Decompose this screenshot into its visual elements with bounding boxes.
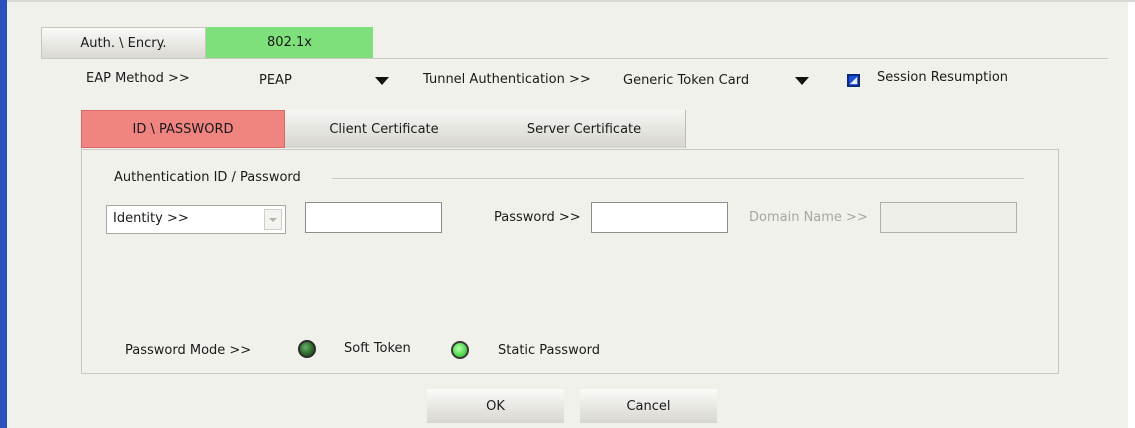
tab-client-certificate[interactable]: Client Certificate [285,110,483,148]
tab-server-certificate[interactable]: Server Certificate [483,110,686,148]
identity-combo-value: Identity >> [113,211,189,226]
static-password-radio[interactable] [451,341,469,359]
tab-id-password-label: ID \ PASSWORD [132,121,234,137]
session-resumption-label: Session Resumption [877,70,1009,85]
ok-button[interactable]: OK [427,389,564,423]
top-divider [7,0,1135,2]
tunnel-auth-dropdown-icon[interactable] [795,77,809,85]
password-mode-label: Password Mode >> [125,343,252,358]
tab-8021x-label: 802.1x [267,35,312,50]
checkmark-icon [849,76,858,85]
group-border [332,178,1024,179]
tab-auth-encry[interactable]: Auth. \ Encry. [41,27,206,58]
tab-server-certificate-label: Server Certificate [526,121,642,137]
tunnel-auth-label: Tunnel Authentication >> [423,72,591,87]
tab-client-certificate-label: Client Certificate [329,121,439,137]
eap-method-select[interactable]: PEAP [259,73,292,88]
tab-8021x[interactable]: 802.1x [206,27,373,58]
auth-group-title: Authentication ID / Password [114,170,309,185]
session-resumption-checkbox[interactable] [847,74,860,87]
cancel-button[interactable]: Cancel [580,389,717,423]
tab-auth-encry-label: Auth. \ Encry. [80,35,167,51]
domain-name-input [880,202,1017,233]
password-label: Password >> [494,210,581,225]
eap-method-dropdown-icon[interactable] [375,77,389,85]
tab-id-password[interactable]: ID \ PASSWORD [81,110,285,148]
ok-button-label: OK [486,398,505,414]
password-input[interactable] [591,202,728,233]
tunnel-auth-select[interactable]: Generic Token Card [623,73,749,88]
cancel-button-label: Cancel [626,398,671,414]
window-edge [1128,0,1135,428]
soft-token-label: Soft Token [344,341,411,356]
soft-token-radio[interactable] [298,340,316,358]
identity-combo[interactable]: Identity >> [106,205,286,234]
chevron-down-icon[interactable] [264,209,282,230]
static-password-label: Static Password [498,343,601,358]
domain-name-label: Domain Name >> [749,210,868,225]
eap-method-label: EAP Method >> [86,71,190,86]
tab-divider [41,58,1108,59]
identity-input[interactable] [305,202,442,233]
